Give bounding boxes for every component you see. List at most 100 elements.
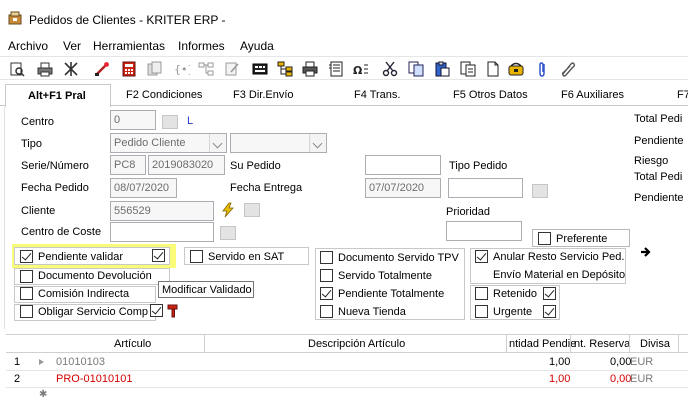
pendiente-validar-confirm-checkbox[interactable] bbox=[152, 249, 165, 262]
new-doc-icon[interactable] bbox=[485, 61, 501, 77]
obligar-servicio-confirm-checkbox[interactable] bbox=[150, 304, 163, 317]
tab-condiciones[interactable]: F2 Condiciones bbox=[126, 89, 202, 101]
col-separator[interactable] bbox=[204, 335, 205, 353]
row-articulo[interactable]: PRO-01010101 bbox=[56, 373, 132, 385]
menu-ver[interactable]: Ver bbox=[63, 39, 81, 53]
lightning-icon[interactable] bbox=[220, 202, 236, 218]
preferente-checkbox[interactable] bbox=[538, 232, 551, 245]
centro-coste-label: Centro de Coste bbox=[21, 226, 102, 238]
grid-line bbox=[6, 387, 688, 388]
col-cant-reserva[interactable]: nt. Reserva bbox=[574, 338, 630, 350]
centro-input[interactable]: 0 bbox=[110, 110, 156, 130]
paperclip-icon[interactable] bbox=[560, 61, 576, 77]
obligar-servicio-checkbox[interactable] bbox=[20, 305, 33, 318]
phone-icon[interactable] bbox=[508, 61, 524, 77]
fecha-entrega-input[interactable]: 07/07/2020 bbox=[365, 178, 441, 198]
arrow-right-icon[interactable] bbox=[639, 245, 653, 259]
tab-f7[interactable]: F7 bbox=[677, 89, 688, 101]
chevron-down-icon[interactable] bbox=[309, 134, 326, 152]
envio-material-label: Envío Material en Depósito bbox=[493, 269, 626, 281]
row-divisa[interactable]: EUR bbox=[630, 373, 653, 385]
copy-icon[interactable] bbox=[147, 61, 163, 77]
tab-trans[interactable]: F4 Trans. bbox=[354, 89, 400, 101]
chevron-down-icon[interactable] bbox=[209, 134, 226, 152]
row-cantidad[interactable]: 1,00 bbox=[549, 356, 570, 368]
serie-input[interactable]: PC8 bbox=[110, 155, 146, 175]
comision-indirecta-checkbox[interactable] bbox=[20, 287, 33, 300]
cliente-lookup-button[interactable] bbox=[244, 203, 260, 217]
servido-sat-checkbox[interactable] bbox=[190, 250, 203, 263]
col-cantidad-pendiente[interactable]: ntidad Pendie bbox=[509, 338, 576, 350]
edit-doc-icon[interactable] bbox=[224, 61, 240, 77]
svg-text:{•}: {•} bbox=[174, 63, 190, 76]
keyboard-icon[interactable] bbox=[252, 61, 268, 77]
urgente-confirm-checkbox[interactable] bbox=[543, 305, 556, 318]
tab-auxiliares[interactable]: F6 Auxiliares bbox=[561, 89, 624, 101]
document-list-icon[interactable] bbox=[328, 61, 344, 77]
servido-totalmente-checkbox[interactable] bbox=[320, 269, 333, 282]
col-separator[interactable] bbox=[678, 335, 679, 353]
menu-archivo[interactable]: Archivo bbox=[8, 39, 48, 53]
new-row-icon[interactable]: ✱ bbox=[39, 389, 47, 400]
scissors-icon[interactable] bbox=[382, 61, 398, 77]
fecha-entrega-label: Fecha Entrega bbox=[230, 182, 303, 194]
tipo-label: Tipo bbox=[21, 138, 42, 150]
row-cantidad[interactable]: 1,00 bbox=[549, 373, 570, 385]
tree-icon[interactable] bbox=[198, 61, 214, 77]
centro-coste-input[interactable] bbox=[110, 222, 214, 242]
tab-dir-envio[interactable]: F3 Dir.Envío bbox=[233, 89, 294, 101]
text-tree-icon[interactable]: Ω bbox=[353, 61, 369, 77]
col-descripcion[interactable]: Descripción Artículo bbox=[308, 338, 405, 350]
centro-link[interactable]: L bbox=[187, 115, 193, 127]
cliente-label: Cliente bbox=[21, 205, 56, 217]
tools-icon[interactable] bbox=[63, 61, 79, 77]
col-divisa[interactable]: Divisa bbox=[640, 338, 670, 350]
tab-otros-datos[interactable]: F5 Otros Datos bbox=[453, 89, 528, 101]
documento-devolucion-checkbox[interactable] bbox=[20, 270, 33, 283]
brackets-icon[interactable]: {•} bbox=[174, 61, 190, 77]
centro-lookup-button[interactable] bbox=[162, 115, 178, 129]
row-articulo[interactable]: 01010103 bbox=[56, 356, 105, 368]
copy-doc-icon[interactable] bbox=[408, 61, 424, 77]
tab-principal[interactable]: Alt+F1 Pral bbox=[5, 84, 111, 107]
print-preview-icon[interactable] bbox=[9, 61, 25, 77]
col-separator[interactable] bbox=[570, 335, 571, 353]
pendiente-validar-checkbox[interactable] bbox=[20, 250, 33, 263]
row-reserva[interactable]: 0,00 bbox=[610, 373, 631, 385]
print-icon[interactable] bbox=[37, 61, 53, 77]
fecha-pedido-input[interactable]: 08/07/2020 bbox=[110, 178, 177, 198]
row-divisa[interactable]: EUR bbox=[630, 356, 653, 368]
pendiente-totalmente-checkbox[interactable] bbox=[320, 287, 333, 300]
urgente-checkbox[interactable] bbox=[475, 305, 488, 318]
menu-herramientas[interactable]: Herramientas bbox=[93, 39, 165, 53]
su-pedido-input[interactable] bbox=[365, 155, 441, 175]
row-reserva[interactable]: 0,00 bbox=[610, 356, 631, 368]
menu-informes[interactable]: Informes bbox=[178, 39, 225, 53]
comision-indirecta-label: Comisión Indirecta bbox=[38, 288, 130, 300]
hierarchy-icon[interactable] bbox=[277, 61, 293, 77]
wand-icon[interactable] bbox=[94, 61, 110, 77]
nueva-tienda-checkbox[interactable] bbox=[320, 305, 333, 318]
printer-icon[interactable] bbox=[302, 61, 318, 77]
tipo-secondary-combo[interactable] bbox=[230, 133, 327, 153]
attach-icon[interactable] bbox=[534, 61, 550, 77]
menu-ayuda[interactable]: Ayuda bbox=[240, 39, 274, 53]
tipo-pedido-input[interactable] bbox=[448, 178, 523, 198]
calculator-icon[interactable] bbox=[121, 61, 137, 77]
documento-servido-tpv-checkbox[interactable] bbox=[320, 251, 333, 264]
hammer-icon[interactable] bbox=[166, 303, 181, 318]
col-separator[interactable] bbox=[506, 335, 507, 353]
col-articulo[interactable]: Artículo bbox=[114, 338, 151, 350]
centro-coste-lookup-button[interactable] bbox=[220, 226, 236, 240]
retenido-checkbox[interactable] bbox=[475, 287, 488, 300]
prioridad-input[interactable] bbox=[446, 221, 522, 241]
tipo-pedido-lookup-button[interactable] bbox=[532, 184, 548, 198]
retenido-confirm-checkbox[interactable] bbox=[543, 287, 556, 300]
paste-icon[interactable] bbox=[434, 61, 450, 77]
cliente-input[interactable]: 556529 bbox=[110, 201, 214, 221]
col-separator[interactable] bbox=[629, 335, 630, 353]
paste-special-icon[interactable] bbox=[460, 61, 476, 77]
anular-resto-checkbox[interactable] bbox=[475, 250, 488, 263]
numero-input[interactable]: 2019083020 bbox=[148, 155, 225, 175]
tipo-combo[interactable]: Pedido Cliente bbox=[110, 133, 227, 153]
